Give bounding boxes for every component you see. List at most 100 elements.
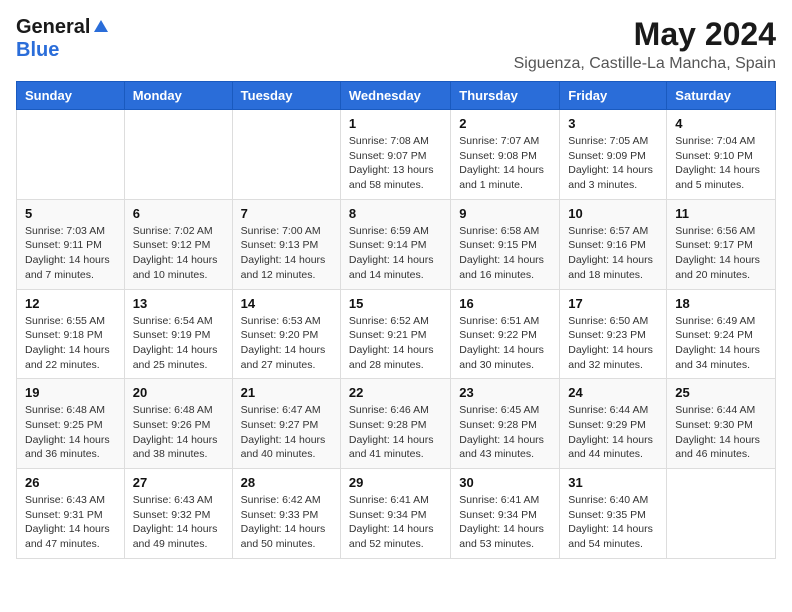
calendar-cell [667,469,776,559]
calendar-cell: 21 Sunrise: 6:47 AMSunset: 9:27 PMDayligh… [232,379,340,469]
day-info: Sunrise: 6:54 AMSunset: 9:19 PMDaylight:… [133,314,224,373]
day-info: Sunrise: 6:46 AMSunset: 9:28 PMDaylight:… [349,403,442,462]
calendar-week-row: 26Sunrise: 6:43 AMSunset: 9:31 PMDayligh… [17,469,776,559]
day-number: 28 [241,475,332,490]
calendar-week-row: 5Sunrise: 7:03 AMSunset: 9:11 PMDaylight… [17,199,776,289]
day-info: Sunrise: 6:49 AMSunset: 9:24 PMDaylight:… [675,314,767,373]
day-info: Sunrise: 7:08 AMSunset: 9:07 PMDaylight:… [349,134,442,193]
day-number: 12 [25,296,116,311]
day-info: Sunrise: 6:53 AMSunset: 9:20 PMDaylight:… [241,314,332,373]
day-info: Sunrise: 7:02 AMSunset: 9:12 PMDaylight:… [133,224,224,283]
day-info: Sunrise: 7:05 AMSunset: 9:09 PMDaylight:… [568,134,658,193]
day-info: Sunrise: 6:58 AMSunset: 9:15 PMDaylight:… [459,224,551,283]
day-number: 23 [459,385,551,400]
day-info: Sunrise: 6:41 AMSunset: 9:34 PMDaylight:… [459,493,551,552]
calendar-cell [232,110,340,200]
calendar-header-row: SundayMondayTuesdayWednesdayThursdayFrid… [17,82,776,110]
calendar-cell: 3Sunrise: 7:05 AMSunset: 9:09 PMDaylight… [560,110,667,200]
calendar-cell: 13 Sunrise: 6:54 AMSunset: 9:19 PMDayligh… [124,289,232,379]
calendar-cell: 23 Sunrise: 6:45 AMSunset: 9:28 PMDayligh… [451,379,560,469]
day-number: 11 [675,206,767,221]
day-info: Sunrise: 6:55 AMSunset: 9:18 PMDaylight:… [25,314,116,373]
day-number: 20 [133,385,224,400]
day-number: 14 [241,296,332,311]
calendar-day-header: Friday [560,82,667,110]
calendar-cell: 26Sunrise: 6:43 AMSunset: 9:31 PMDayligh… [17,469,125,559]
calendar-day-header: Wednesday [340,82,450,110]
calendar-cell: 16Sunrise: 6:51 AMSunset: 9:22 PMDayligh… [451,289,560,379]
calendar-cell: 7 Sunrise: 7:00 AMSunset: 9:13 PMDaylight… [232,199,340,289]
day-number: 31 [568,475,658,490]
location-title: Siguenza, Castille-La Mancha, Spain [514,55,776,73]
day-number: 16 [459,296,551,311]
calendar-week-row: 1 Sunrise: 7:08 AMSunset: 9:07 PMDaylight… [17,110,776,200]
day-info: Sunrise: 7:04 AMSunset: 9:10 PMDaylight:… [675,134,767,193]
calendar-day-header: Tuesday [232,82,340,110]
day-number: 27 [133,475,224,490]
calendar-cell: 25 Sunrise: 6:44 AMSunset: 9:30 PMDayligh… [667,379,776,469]
calendar-cell: 1 Sunrise: 7:08 AMSunset: 9:07 PMDaylight… [340,110,450,200]
calendar-cell: 20 Sunrise: 6:48 AMSunset: 9:26 PMDayligh… [124,379,232,469]
calendar-cell: 5Sunrise: 7:03 AMSunset: 9:11 PMDaylight… [17,199,125,289]
calendar-week-row: 12 Sunrise: 6:55 AMSunset: 9:18 PMDayligh… [17,289,776,379]
day-number: 2 [459,116,551,131]
day-info: Sunrise: 6:48 AMSunset: 9:26 PMDaylight:… [133,403,224,462]
calendar-cell: 11 Sunrise: 6:56 AMSunset: 9:17 PMDayligh… [667,199,776,289]
day-number: 25 [675,385,767,400]
day-info: Sunrise: 6:42 AMSunset: 9:33 PMDaylight:… [241,493,332,552]
calendar-cell: 22Sunrise: 6:46 AMSunset: 9:28 PMDayligh… [340,379,450,469]
day-info: Sunrise: 6:59 AMSunset: 9:14 PMDaylight:… [349,224,442,283]
calendar-cell: 24 Sunrise: 6:44 AMSunset: 9:29 PMDayligh… [560,379,667,469]
day-info: Sunrise: 6:45 AMSunset: 9:28 PMDaylight:… [459,403,551,462]
calendar-cell: 14 Sunrise: 6:53 AMSunset: 9:20 PMDayligh… [232,289,340,379]
calendar-day-header: Sunday [17,82,125,110]
calendar-cell: 10 Sunrise: 6:57 AMSunset: 9:16 PMDayligh… [560,199,667,289]
calendar-cell: 4 Sunrise: 7:04 AMSunset: 9:10 PMDaylight… [667,110,776,200]
calendar-cell: 8 Sunrise: 6:59 AMSunset: 9:14 PMDaylight… [340,199,450,289]
day-number: 13 [133,296,224,311]
calendar-cell: 31Sunrise: 6:40 AMSunset: 9:35 PMDayligh… [560,469,667,559]
day-info: Sunrise: 6:47 AMSunset: 9:27 PMDaylight:… [241,403,332,462]
day-info: Sunrise: 6:56 AMSunset: 9:17 PMDaylight:… [675,224,767,283]
day-info: Sunrise: 6:43 AMSunset: 9:32 PMDaylight:… [133,493,224,552]
calendar-day-header: Saturday [667,82,776,110]
day-number: 15 [349,296,442,311]
logo: General Blue [16,16,110,62]
calendar-cell: 30Sunrise: 6:41 AMSunset: 9:34 PMDayligh… [451,469,560,559]
day-number: 18 [675,296,767,311]
day-number: 21 [241,385,332,400]
day-info: Sunrise: 6:43 AMSunset: 9:31 PMDaylight:… [25,493,116,552]
day-info: Sunrise: 6:48 AMSunset: 9:25 PMDaylight:… [25,403,116,462]
calendar-cell: 12 Sunrise: 6:55 AMSunset: 9:18 PMDayligh… [17,289,125,379]
title-block: May 2024 Siguenza, Castille-La Mancha, S… [514,16,776,73]
calendar-cell: 6 Sunrise: 7:02 AMSunset: 9:12 PMDaylight… [124,199,232,289]
day-number: 24 [568,385,658,400]
day-number: 4 [675,116,767,131]
day-info: Sunrise: 6:41 AMSunset: 9:34 PMDaylight:… [349,493,442,552]
day-number: 8 [349,206,442,221]
day-info: Sunrise: 6:44 AMSunset: 9:29 PMDaylight:… [568,403,658,462]
logo-icon [92,18,110,36]
logo-blue-text: Blue [16,39,59,61]
calendar-cell: 28 Sunrise: 6:42 AMSunset: 9:33 PMDayligh… [232,469,340,559]
day-number: 1 [349,116,442,131]
day-info: Sunrise: 6:57 AMSunset: 9:16 PMDaylight:… [568,224,658,283]
day-number: 7 [241,206,332,221]
calendar-cell: 9 Sunrise: 6:58 AMSunset: 9:15 PMDaylight… [451,199,560,289]
day-number: 5 [25,206,116,221]
day-info: Sunrise: 6:44 AMSunset: 9:30 PMDaylight:… [675,403,767,462]
day-number: 9 [459,206,551,221]
calendar-cell: 2Sunrise: 7:07 AMSunset: 9:08 PMDaylight… [451,110,560,200]
day-number: 10 [568,206,658,221]
calendar-week-row: 19 Sunrise: 6:48 AMSunset: 9:25 PMDayligh… [17,379,776,469]
calendar-cell: 27 Sunrise: 6:43 AMSunset: 9:32 PMDayligh… [124,469,232,559]
calendar-cell: 15Sunrise: 6:52 AMSunset: 9:21 PMDayligh… [340,289,450,379]
day-info: Sunrise: 7:00 AMSunset: 9:13 PMDaylight:… [241,224,332,283]
calendar-cell: 29Sunrise: 6:41 AMSunset: 9:34 PMDayligh… [340,469,450,559]
calendar-cell: 17Sunrise: 6:50 AMSunset: 9:23 PMDayligh… [560,289,667,379]
day-number: 19 [25,385,116,400]
day-number: 6 [133,206,224,221]
calendar-cell [17,110,125,200]
calendar-day-header: Monday [124,82,232,110]
calendar-day-header: Thursday [451,82,560,110]
